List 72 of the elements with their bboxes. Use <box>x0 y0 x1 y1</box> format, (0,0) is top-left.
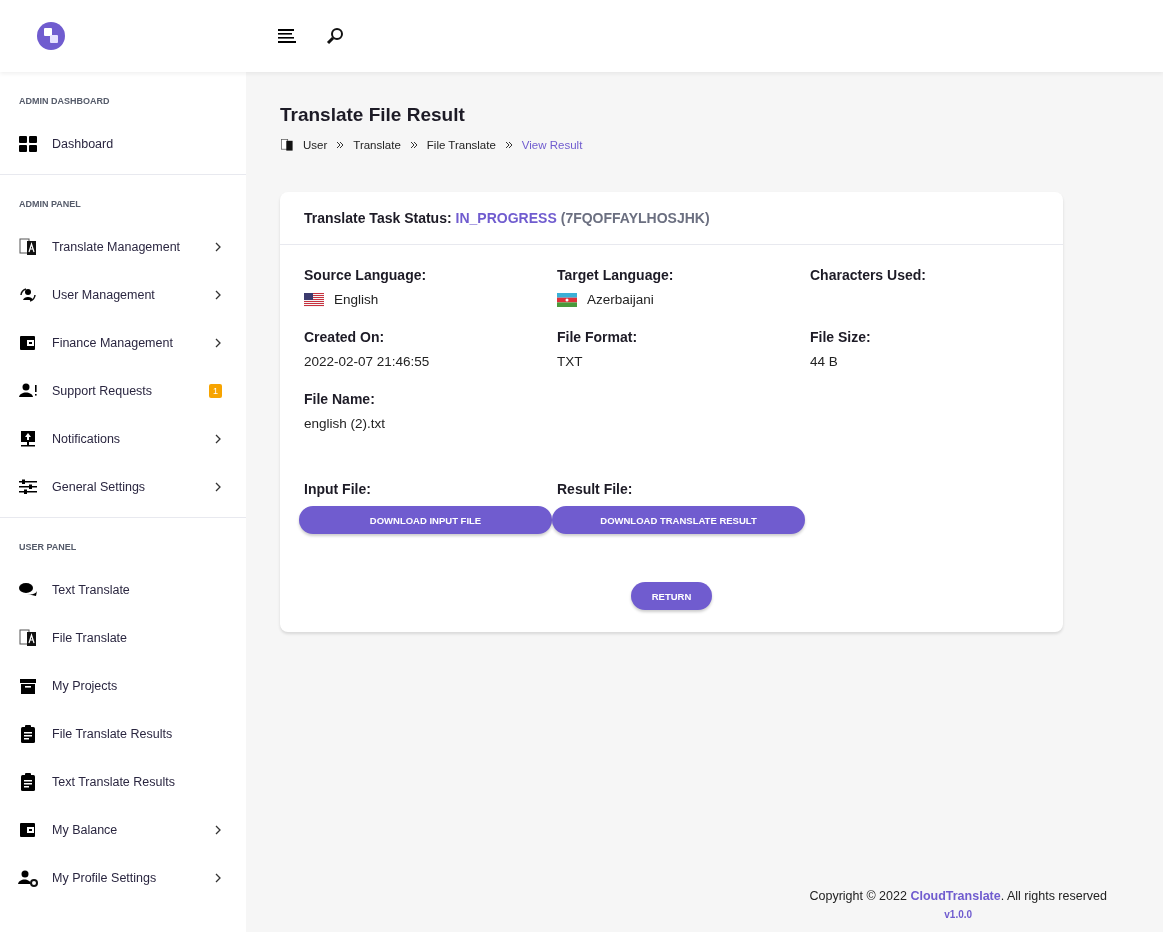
archive-icon <box>18 676 38 696</box>
sidebar-item[interactable]: Support Requests 1 <box>0 367 246 415</box>
chevron-right-icon <box>214 873 222 883</box>
chevron-right-icon <box>214 825 222 835</box>
page-title: Translate File Result <box>280 104 466 126</box>
version-text: v1.0.0 <box>944 909 973 920</box>
clipboard-icon <box>18 772 38 792</box>
sidebar-item[interactable]: File Translate Results <box>0 710 246 758</box>
double-chevron-icon <box>504 141 513 149</box>
return-button[interactable]: RETURN <box>630 582 713 610</box>
chevron-right-icon <box>214 338 222 348</box>
azerbaijan-flag-icon <box>557 292 577 307</box>
logo-icon <box>36 21 66 51</box>
wallet-icon <box>18 333 38 353</box>
field-label: Target Language: <box>557 267 675 283</box>
breadcrumb-link[interactable]: Translate <box>353 139 401 151</box>
field-value: 2022-02-07 21:46:55 <box>304 354 430 369</box>
section-title: USER PANEL <box>18 542 78 552</box>
wallet-icon <box>18 820 38 840</box>
field-value: english (2).txt <box>304 416 386 431</box>
sidebar-item[interactable]: Text Translate <box>0 566 246 614</box>
field-label: File Name: <box>304 391 376 407</box>
sidebar-item[interactable]: General Settings <box>0 463 246 511</box>
count-badge: 1 <box>209 384 222 398</box>
section-title: ADMIN DASHBOARD <box>18 96 111 106</box>
chevron-right-icon <box>214 242 222 252</box>
clipboard-icon <box>18 724 38 744</box>
status-label: Translate Task Status: <box>304 210 452 226</box>
sidebar-item[interactable]: My Profile Settings <box>0 854 246 902</box>
field-value: TXT <box>557 354 583 369</box>
monitor-upload-icon <box>18 429 38 449</box>
field-label: File Size: <box>810 329 872 345</box>
sidebar-item[interactable]: My Projects <box>0 662 246 710</box>
sidebar-item[interactable]: File Translate <box>0 614 246 662</box>
task-id: (7FQOFFAYLHOSJHK) <box>560 210 710 226</box>
field-label: Result File: <box>556 481 634 497</box>
sidebar-item[interactable]: Notifications <box>0 415 246 463</box>
field-value: 44 B <box>810 354 838 369</box>
download-button[interactable]: DOWNLOAD TRANSLATE RESULT <box>552 506 805 534</box>
us-flag-icon <box>304 292 324 307</box>
breadcrumb-link[interactable]: File Translate <box>426 139 496 151</box>
double-chevron-icon <box>409 141 418 149</box>
download-button[interactable]: DOWNLOAD INPUT FILE <box>299 506 552 534</box>
breadcrumb-link[interactable]: User <box>303 139 328 151</box>
sidebar-item[interactable]: Text Translate Results <box>0 758 246 806</box>
breadcrumb-link[interactable]: View Result <box>521 139 583 151</box>
sidebar-item[interactable]: My Balance <box>0 806 246 854</box>
chevron-right-icon <box>214 434 222 444</box>
search-icon[interactable] <box>326 27 344 45</box>
sidebar-item[interactable]: Translate Management <box>0 223 246 271</box>
field-label: Characters Used: <box>810 267 927 283</box>
chevron-right-icon <box>214 482 222 492</box>
field-value: Azerbaijani <box>587 292 654 307</box>
sidebar-item[interactable]: Finance Management <box>0 319 246 367</box>
user-cycle-icon <box>18 285 38 305</box>
user-gear-icon <box>18 868 38 888</box>
chevron-right-icon <box>214 290 222 300</box>
brand-link[interactable]: CloudTranslate <box>910 889 1001 903</box>
field-label: Input File: <box>303 481 372 497</box>
menu-icon[interactable] <box>278 29 296 43</box>
status-value: IN_PROGRESS <box>455 210 557 226</box>
field-value: English <box>334 292 379 307</box>
field-label: File Format: <box>557 329 639 345</box>
sidebar-item[interactable]: User Management <box>0 271 246 319</box>
copyright-text: Copyright © 2022 CloudTranslate. All rights reserved <box>809 889 1107 903</box>
field-label: Created On: <box>304 329 386 345</box>
sliders-icon <box>18 477 38 497</box>
field-label: Source Language: <box>304 267 428 283</box>
sidebar-item[interactable]: Dashboard <box>0 120 246 168</box>
section-title: ADMIN PANEL <box>18 199 82 209</box>
grid-icon <box>18 134 38 154</box>
double-chevron-icon <box>336 141 345 149</box>
